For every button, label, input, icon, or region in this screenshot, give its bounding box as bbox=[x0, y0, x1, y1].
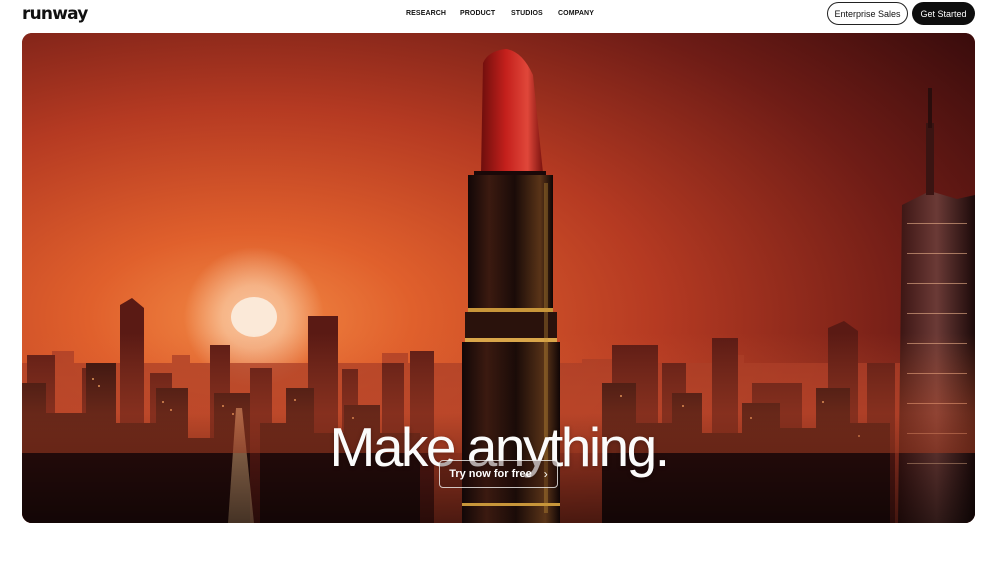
hero-section: Make anything. Try now for free › bbox=[22, 33, 975, 523]
try-now-button[interactable]: Try now for free › bbox=[439, 460, 558, 488]
nav-company[interactable]: COMPANY bbox=[558, 10, 594, 17]
get-started-button[interactable]: Get Started bbox=[912, 2, 975, 25]
try-now-label: Try now for free bbox=[449, 468, 532, 480]
enterprise-sales-button[interactable]: Enterprise Sales bbox=[827, 2, 908, 25]
nav-studios[interactable]: STUDIOS bbox=[511, 10, 543, 17]
chevron-right-icon: › bbox=[543, 467, 548, 481]
nav-product[interactable]: PRODUCT bbox=[460, 10, 495, 17]
nav-research[interactable]: RESEARCH bbox=[406, 10, 446, 17]
